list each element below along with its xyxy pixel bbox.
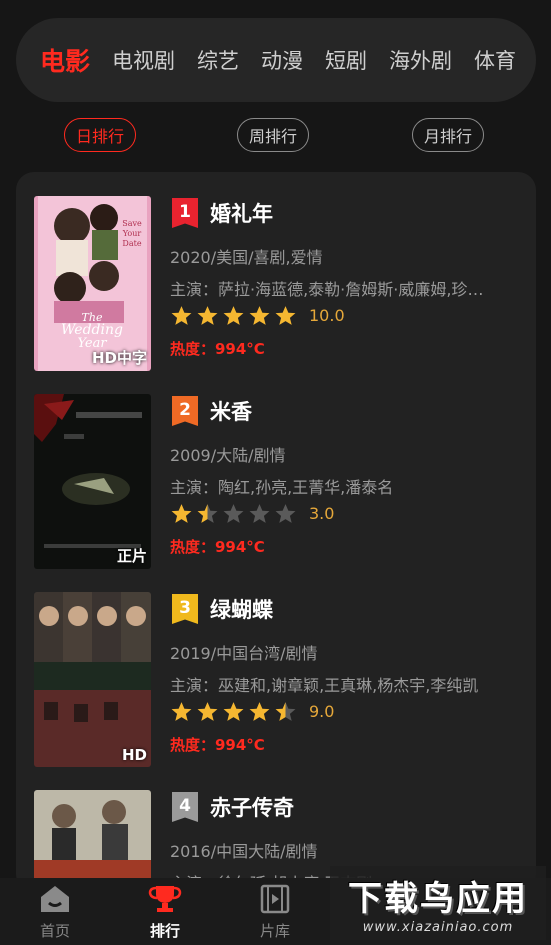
star-rating: 10.0 (170, 305, 345, 326)
category-tab-sports[interactable]: 体育 (474, 45, 516, 75)
rank-period-tabs: 日排行 周排行 月排行 (0, 118, 551, 156)
poster-image[interactable]: Save Your Date The Wedding Year HD中字 (34, 196, 151, 371)
category-tab-anime[interactable]: 动漫 (261, 45, 303, 75)
nav-label: 排行 (149, 922, 180, 940)
poster-image[interactable]: HD (34, 592, 151, 767)
star-icon (171, 702, 192, 721)
rating-score: 3.0 (309, 504, 335, 523)
movie-cast: 主演：巫建和,谢章颖,王真琳,杨杰宇,李纯凯 (170, 676, 479, 695)
movie-cast: 主演：陶红,孙亮,王菁华,潘泰名 (170, 478, 394, 497)
heat-value: 热度：994°C (170, 736, 265, 754)
category-track: 电影 电视剧 综艺 动漫 短剧 海外剧 体育 (40, 18, 536, 102)
nav-label: 首页 (39, 922, 70, 940)
movie-meta: 2020/美国/喜剧,爱情 (170, 248, 323, 267)
star-icon (249, 702, 270, 721)
star-icon (223, 306, 244, 325)
ranking-list: Save Your Date The Wedding Year HD中字 1 婚… (16, 172, 536, 892)
stars (170, 305, 300, 326)
rating-score: 10.0 (309, 306, 345, 325)
quality-label: HD中字 (91, 349, 147, 367)
category-tab-overseas[interactable]: 海外剧 (389, 45, 452, 75)
category-tab-variety[interactable]: 综艺 (197, 45, 239, 75)
nav-library[interactable]: 片库 (240, 884, 310, 944)
tab-monthly-rank[interactable]: 月排行 (412, 118, 484, 152)
star-icon (197, 504, 218, 523)
home-icon (41, 886, 69, 912)
category-bar: 电影 电视剧 综艺 动漫 短剧 海外剧 体育 (16, 18, 536, 102)
nav-label: 片库 (259, 922, 290, 940)
movie-cast: 主演：萨拉·海蓝德,泰勒·詹姆斯·威廉姆,珍妮·恩赛 (170, 280, 492, 299)
star-icon (223, 504, 244, 523)
star-icon (249, 306, 270, 325)
star-icon (197, 702, 218, 721)
movie-title[interactable]: 绿蝴蝶 (210, 594, 273, 624)
rank-badge: 1 (172, 198, 198, 228)
rank-badge: 3 (172, 594, 198, 624)
rank-badge: 4 (172, 792, 198, 822)
heat-value: 热度：994°C (170, 538, 265, 556)
rating-score: 9.0 (309, 702, 335, 721)
star-rating: 9.0 (170, 701, 334, 722)
rank-badge: 2 (172, 396, 198, 426)
movie-meta: 2019/中国台湾/剧情 (170, 644, 318, 663)
svg-text:Your: Your (122, 229, 142, 238)
star-icon (275, 702, 296, 721)
stars (170, 701, 300, 722)
poster-image[interactable]: 正片 (34, 394, 151, 569)
category-tab-tv[interactable]: 电视剧 (112, 45, 175, 75)
watermark: 下载鸟应用 www.xiazainiao.com (330, 866, 546, 940)
star-rating: 3.0 (170, 503, 334, 524)
tab-daily-rank[interactable]: 日排行 (64, 118, 136, 152)
svg-text:Date: Date (122, 239, 141, 248)
quality-label: HD (121, 746, 147, 764)
poster-image[interactable] (34, 790, 151, 892)
watermark-url: www.xiazainiao.com (362, 920, 514, 935)
movie-meta: 2016/中国大陆/剧情 (170, 842, 318, 861)
star-icon (275, 504, 296, 523)
star-icon (249, 504, 270, 523)
film-icon (260, 884, 290, 914)
quality-label: 正片 (116, 547, 147, 565)
nav-home[interactable]: 首页 (20, 884, 90, 944)
movie-title[interactable]: 赤子传奇 (210, 792, 294, 822)
star-icon (275, 306, 296, 325)
nav-ranking[interactable]: 排行 (130, 884, 200, 944)
category-tab-short-drama[interactable]: 短剧 (325, 45, 367, 75)
list-item[interactable]: HD 3 绿蝴蝶 2019/中国台湾/剧情 主演：巫建和,谢章颖,王真琳,杨杰宇… (16, 568, 536, 767)
category-tab-movie[interactable]: 电影 (40, 42, 90, 78)
list-item[interactable]: 正片 2 米香 2009/大陆/剧情 主演：陶红,孙亮,王菁华,潘泰名 3.0 … (16, 370, 536, 569)
stars (170, 503, 300, 524)
star-icon (171, 504, 192, 523)
movie-title[interactable]: 米香 (210, 396, 252, 426)
star-icon (197, 306, 218, 325)
movie-title[interactable]: 婚礼年 (210, 198, 273, 228)
movie-meta: 2009/大陆/剧情 (170, 446, 286, 465)
trophy-icon (148, 886, 182, 912)
svg-text:Save: Save (122, 219, 142, 228)
star-icon (223, 702, 244, 721)
list-item[interactable]: Save Your Date The Wedding Year HD中字 1 婚… (16, 172, 536, 371)
watermark-title: 下载鸟应用 (348, 879, 528, 919)
heat-value: 热度：994°C (170, 340, 265, 358)
tab-weekly-rank[interactable]: 周排行 (237, 118, 309, 152)
star-icon (171, 306, 192, 325)
